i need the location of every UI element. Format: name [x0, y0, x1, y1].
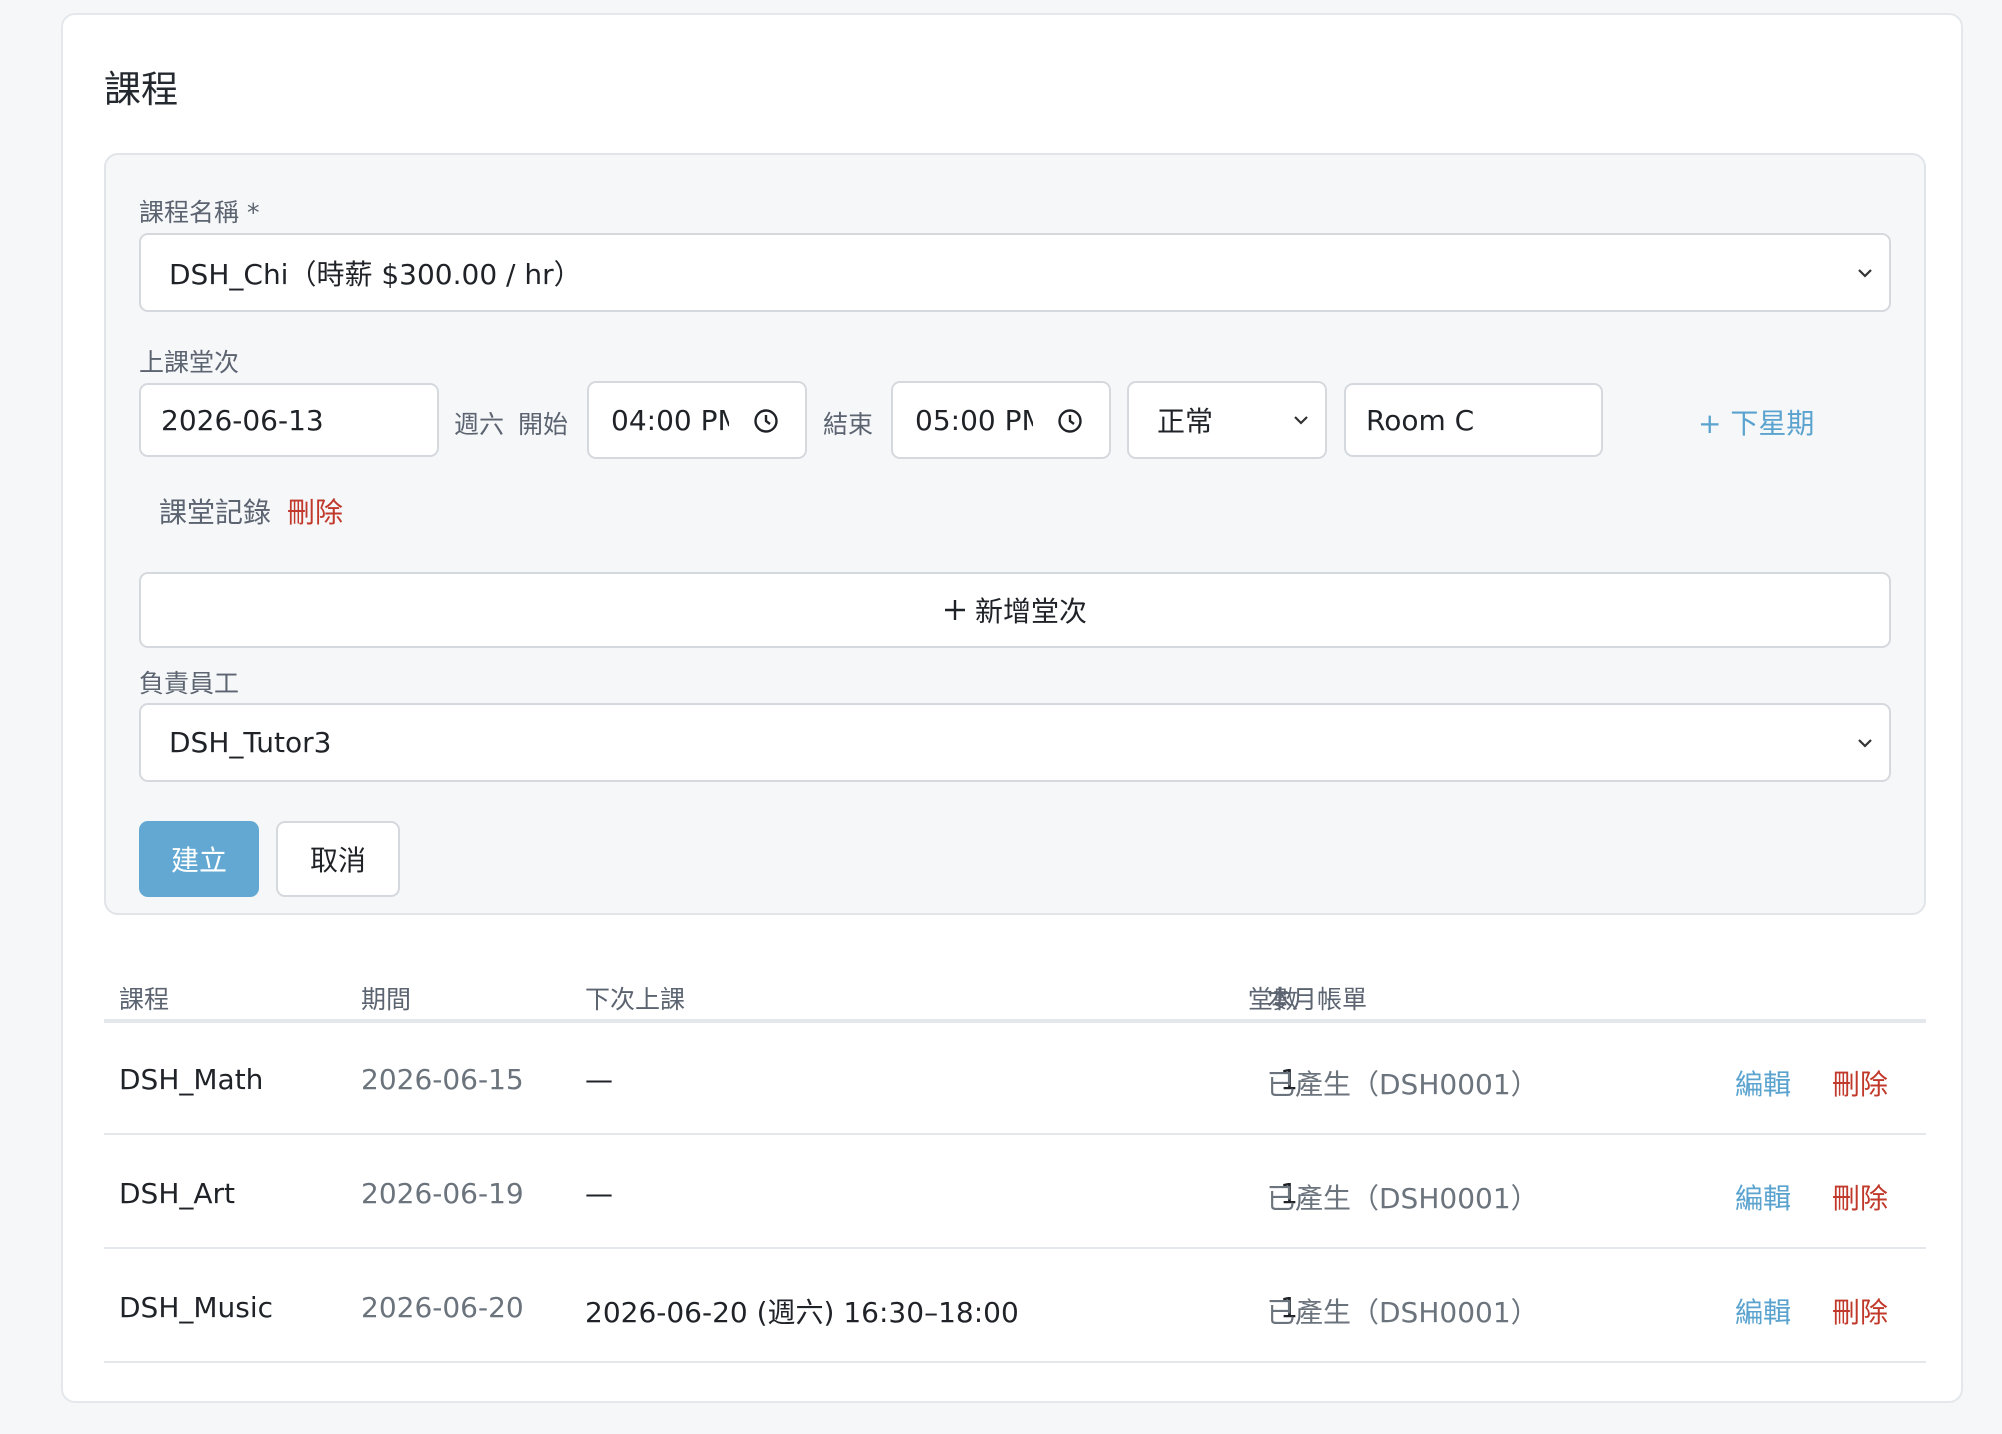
start-time-value: 04:00 PM — [611, 403, 729, 437]
staff-select-value: DSH_Tutor3 — [169, 726, 332, 759]
session-status-value: 正常 — [1157, 405, 1214, 438]
row-bill-status: 已產生（DSH0001） — [1267, 1296, 1539, 1329]
courses-card: 課程 課程名稱 * DSH_Chi（時薪 $300.00 / hr） 上課堂次 … — [61, 13, 1963, 1403]
session-record-link[interactable]: 課堂記錄 — [159, 491, 271, 531]
plus-icon — [944, 600, 965, 620]
row-next-session: — — [585, 1063, 613, 1096]
chevron-down-icon — [1858, 268, 1872, 278]
next-week-button[interactable]: + 下星期 — [1698, 402, 1814, 442]
row-course: DSH_Art — [119, 1177, 236, 1210]
row-period: 2026-06-20 — [361, 1291, 524, 1324]
course-select[interactable]: DSH_Chi（時薪 $300.00 / hr） — [139, 233, 1891, 312]
row-edit-button[interactable]: 編輯 — [1735, 1291, 1791, 1331]
end-time-input[interactable]: 05:00 PM — [891, 381, 1111, 459]
session-weekday: 週六 — [454, 410, 505, 439]
chevron-down-icon — [1294, 416, 1308, 425]
row-edit-button[interactable]: 編輯 — [1735, 1063, 1791, 1103]
row-course: DSH_Music — [119, 1291, 274, 1324]
row-course: DSH_Math — [119, 1063, 264, 1096]
row-delete-button[interactable]: 刪除 — [1832, 1291, 1888, 1331]
add-session-label: 新增堂次 — [974, 595, 1087, 628]
row-period: 2026-06-15 — [361, 1063, 524, 1096]
end-label: 結束 — [823, 410, 874, 439]
row-divider — [104, 1361, 1926, 1363]
row-next-session: — — [585, 1177, 613, 1210]
row-edit-button[interactable]: 編輯 — [1735, 1177, 1791, 1217]
session-delete-button[interactable]: 刪除 — [287, 491, 343, 531]
row-divider — [104, 1133, 1926, 1135]
row-period: 2026-06-19 — [361, 1177, 524, 1210]
start-label: 開始 — [518, 410, 569, 439]
row-delete-button[interactable]: 刪除 — [1832, 1177, 1888, 1217]
clock-icon[interactable] — [753, 408, 779, 434]
table-header-divider — [104, 1019, 1926, 1023]
course-form: 課程名稱 * DSH_Chi（時薪 $300.00 / hr） 上課堂次 202… — [104, 153, 1926, 915]
course-select-value: DSH_Chi（時薪 $300.00 / hr） — [169, 257, 582, 291]
column-header-course: 課程 — [119, 985, 170, 1014]
row-bill-status: 已產生（DSH0001） — [1267, 1182, 1539, 1215]
column-header-period: 期間 — [361, 985, 412, 1014]
room-value: Room C — [1366, 403, 1475, 437]
start-time-input[interactable]: 04:00 PM — [587, 381, 807, 459]
page-title: 課程 — [104, 68, 178, 111]
row-divider — [104, 1247, 1926, 1249]
clock-icon[interactable] — [1057, 408, 1083, 434]
end-time-value: 05:00 PM — [915, 403, 1033, 437]
column-header-next: 下次上課 — [585, 985, 686, 1014]
session-date-input[interactable]: 2026-06-13 — [139, 383, 439, 457]
row-delete-button[interactable]: 刪除 — [1832, 1063, 1888, 1103]
sessions-label: 上課堂次 — [139, 348, 240, 377]
add-session-button[interactable]: 新增堂次 — [139, 572, 1891, 648]
chevron-down-icon — [1858, 738, 1872, 748]
row-bill-status: 已產生（DSH0001） — [1267, 1068, 1539, 1101]
row-next-session: 2026-06-20 (週六) 16:30–18:00 — [585, 1296, 1019, 1329]
session-status-select[interactable]: 正常 — [1127, 381, 1327, 459]
room-input[interactable]: Room C — [1344, 383, 1603, 457]
course-name-label: 課程名稱 * — [139, 198, 260, 227]
staff-label: 負責員工 — [139, 669, 240, 698]
column-header-bill: 本月帳單 — [1267, 985, 1368, 1014]
session-date-value: 2026-06-13 — [161, 403, 324, 437]
cancel-button[interactable]: 取消 — [276, 821, 400, 897]
create-button[interactable]: 建立 — [139, 821, 259, 897]
staff-select[interactable]: DSH_Tutor3 — [139, 703, 1891, 782]
